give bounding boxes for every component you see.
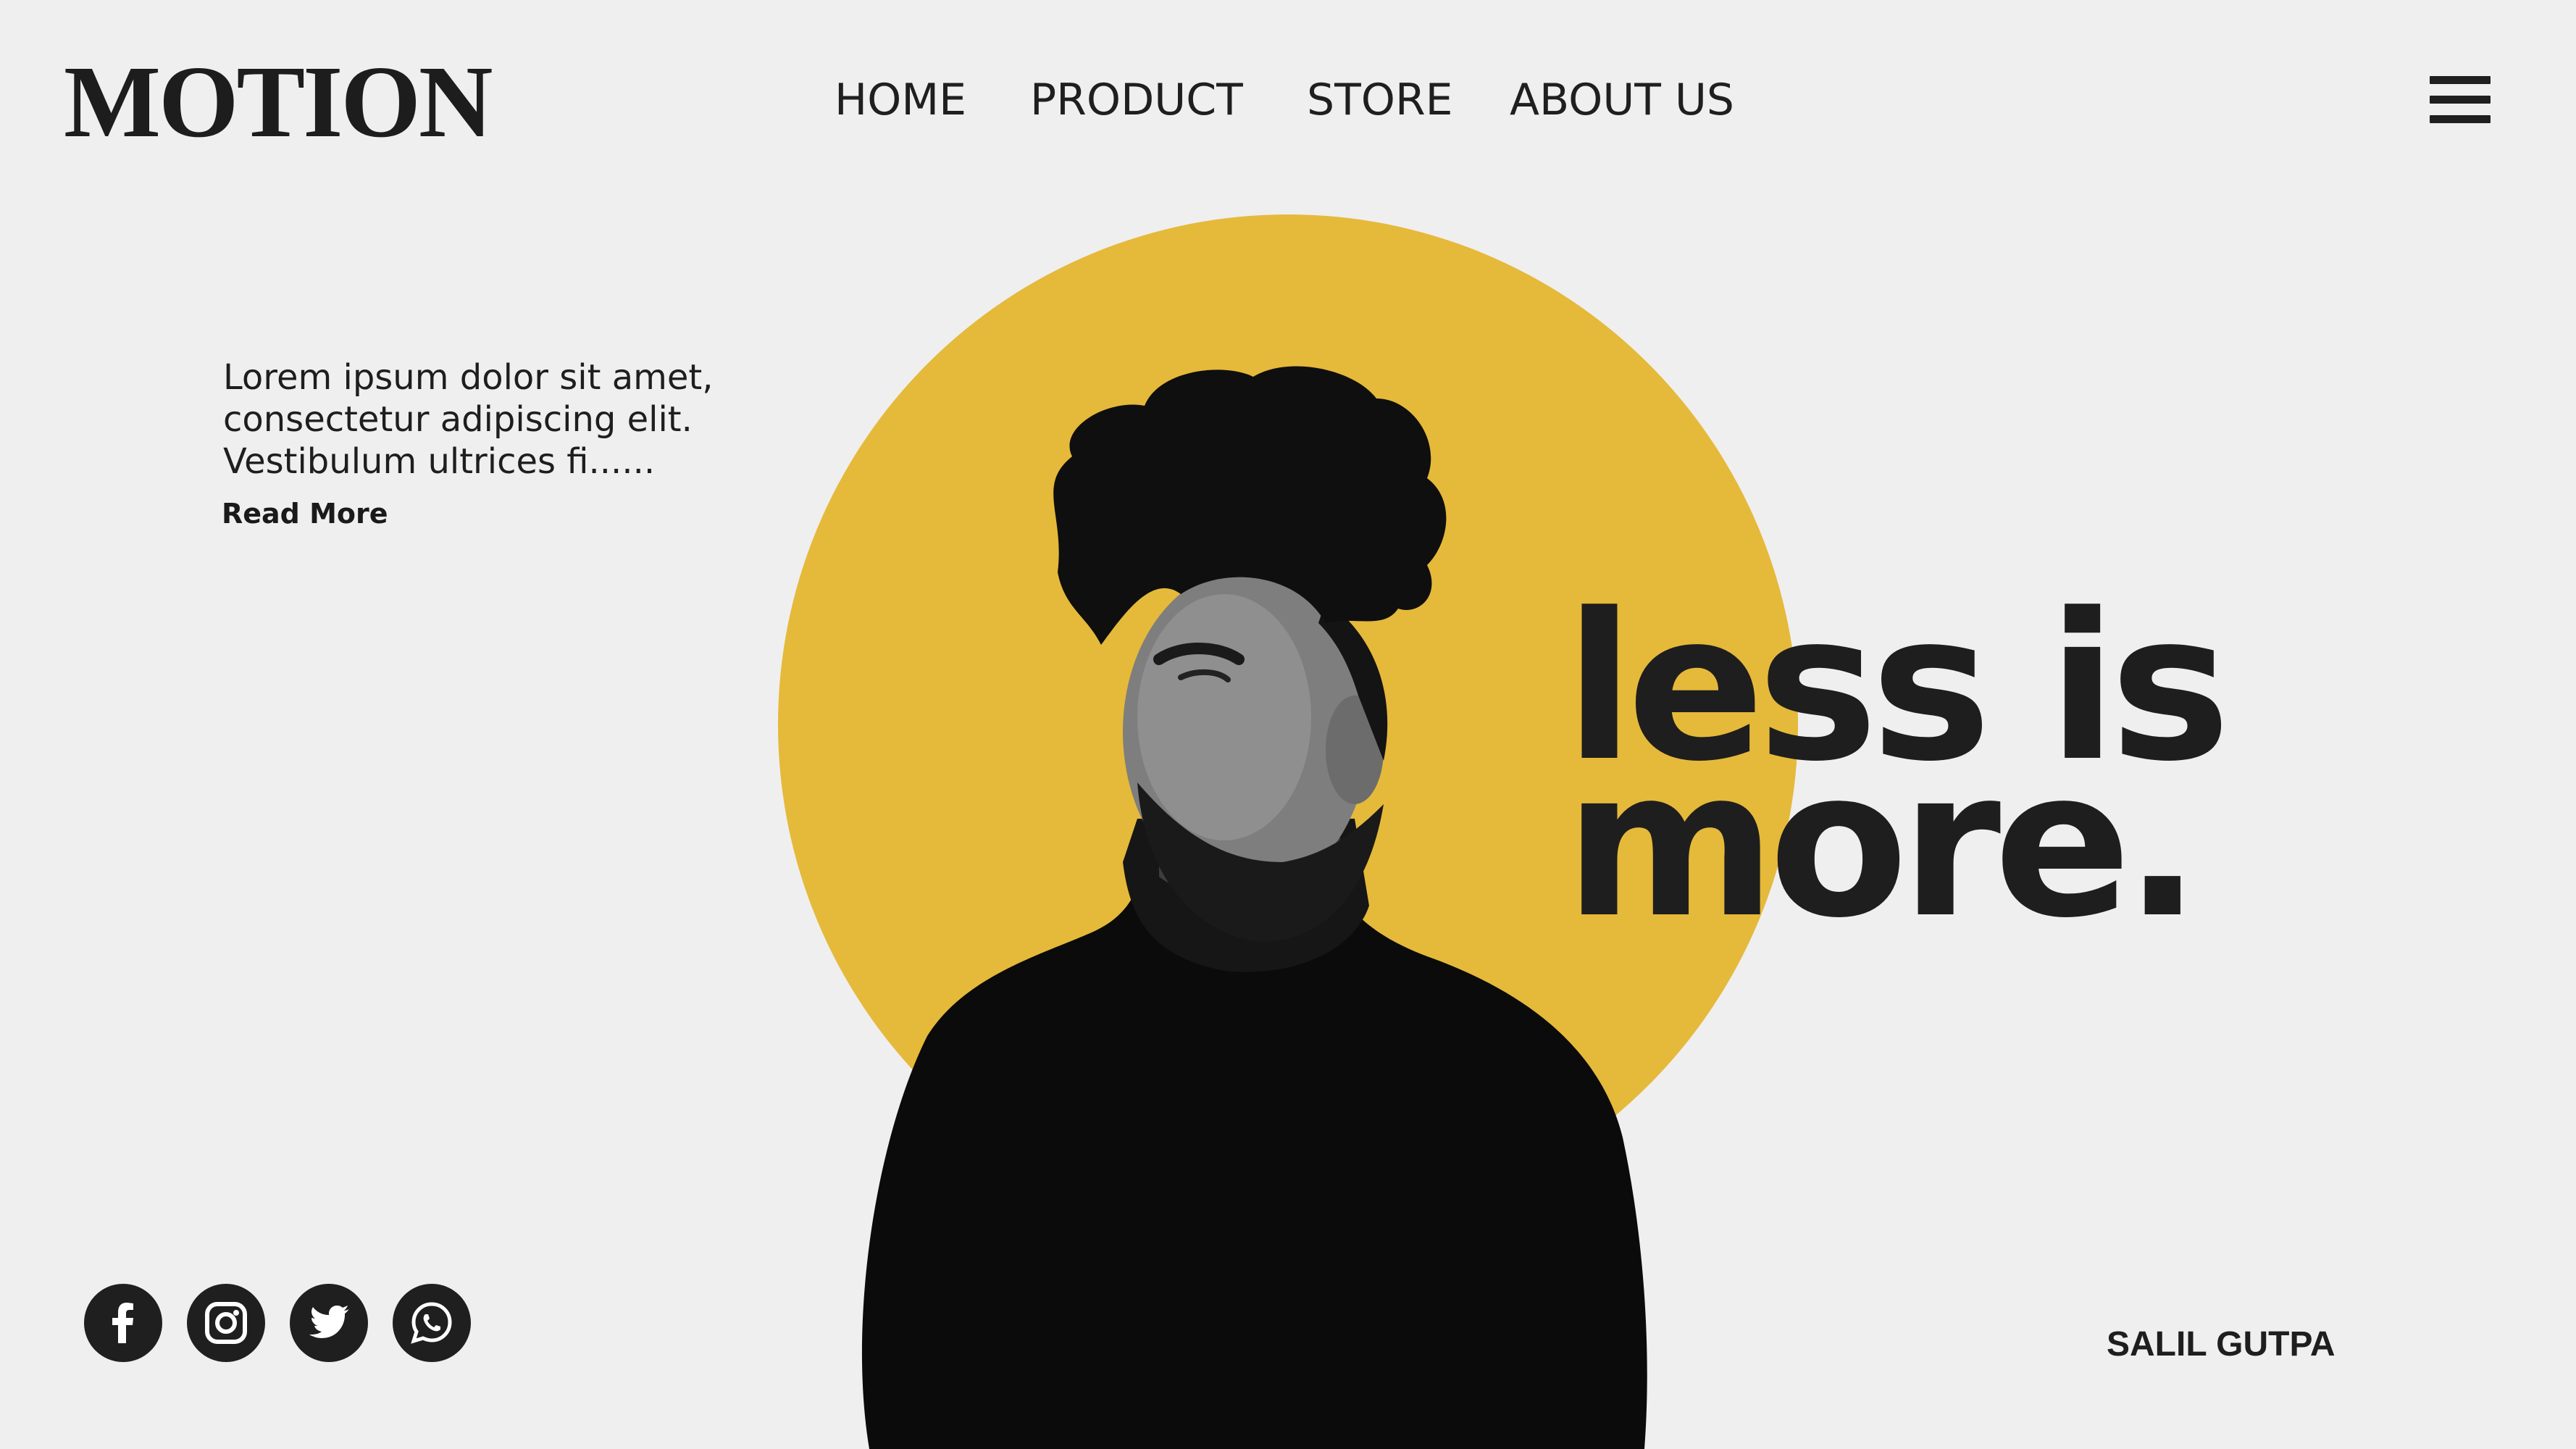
nav-item-store[interactable]: STORE <box>1307 71 1453 129</box>
nav-item-about-us[interactable]: ABOUT US <box>1510 71 1734 129</box>
facebook-icon[interactable] <box>84 1284 162 1362</box>
hamburger-menu-icon[interactable] <box>2422 72 2492 130</box>
facebook-glyph <box>112 1303 133 1343</box>
intro-line: consectetur adipiscing elit. <box>223 399 693 440</box>
twitter-icon[interactable] <box>290 1284 368 1362</box>
instagram-icon[interactable] <box>187 1284 265 1362</box>
whatsapp-glyph <box>411 1302 452 1344</box>
intro-line: Vestibulum ultrices fi...... <box>223 441 656 482</box>
intro-line: Lorem ipsum dolor sit amet, <box>223 357 714 398</box>
nav-item-product[interactable]: PRODUCT <box>1030 71 1243 129</box>
nav-item-home[interactable]: HOME <box>835 71 966 129</box>
intro-text: Lorem ipsum dolor sit amet, consectetur … <box>223 356 774 483</box>
menu-bar <box>2430 115 2491 123</box>
menu-bar <box>2430 96 2491 104</box>
social-links <box>84 1284 471 1362</box>
read-more-link[interactable]: Read More <box>222 496 388 532</box>
author-name: SALIL GUTPA <box>2107 1325 2335 1364</box>
instagram-glyph <box>205 1302 247 1344</box>
whatsapp-icon[interactable] <box>393 1284 471 1362</box>
landing-page: MOTION HOME PRODUCT STORE ABOUT US Lorem… <box>0 0 2576 1449</box>
headline-line: more. <box>1565 727 2201 963</box>
twitter-glyph <box>309 1306 349 1338</box>
hero-headline: less is more. <box>1565 587 2230 963</box>
menu-bar <box>2430 76 2491 84</box>
brand-logo[interactable]: MOTION <box>64 43 493 159</box>
